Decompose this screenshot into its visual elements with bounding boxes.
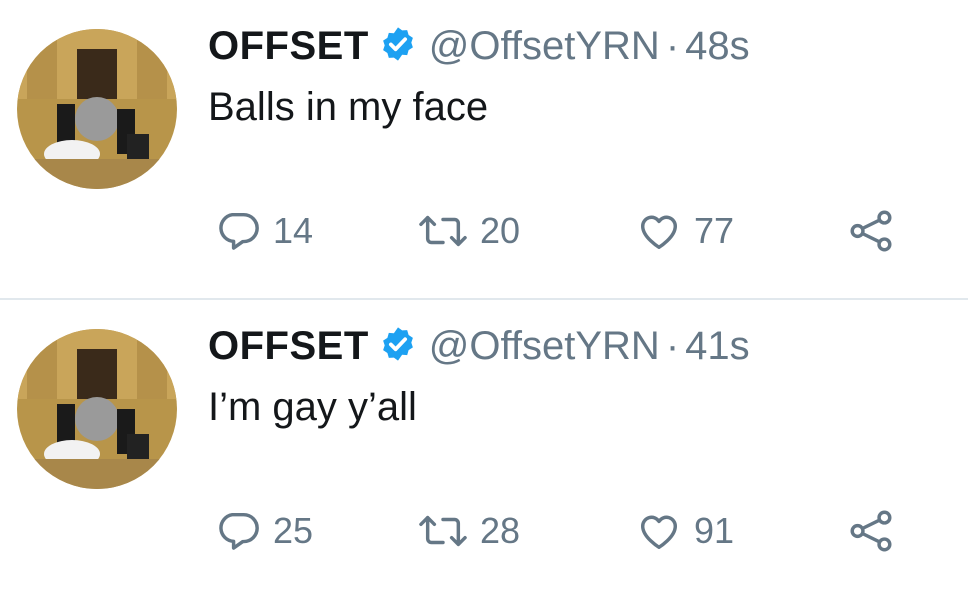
share-icon bbox=[848, 508, 894, 554]
reply-button[interactable]: 14 bbox=[215, 208, 313, 254]
display-name[interactable]: OFFSET bbox=[208, 24, 369, 69]
like-count: 91 bbox=[694, 510, 735, 551]
share-button[interactable] bbox=[848, 508, 894, 554]
tweet[interactable]: OFFSET @OffsetYRN · 41s I’m gay y’all 25… bbox=[0, 298, 968, 600]
user-handle[interactable]: @OffsetYRN bbox=[429, 24, 660, 69]
share-icon bbox=[848, 208, 894, 254]
retweet-button[interactable]: 20 bbox=[418, 208, 520, 254]
tweet-text: Balls in my face bbox=[208, 85, 489, 129]
like-button[interactable]: 91 bbox=[636, 508, 734, 554]
timestamp[interactable]: 48s bbox=[685, 24, 750, 69]
tweet-actions: 25 28 91 bbox=[0, 508, 968, 568]
display-name[interactable]: OFFSET bbox=[208, 324, 369, 369]
timestamp[interactable]: 41s bbox=[685, 324, 750, 369]
verified-badge-icon bbox=[369, 325, 429, 368]
verified-badge-icon bbox=[369, 25, 429, 68]
reply-count: 14 bbox=[273, 210, 314, 251]
like-button[interactable]: 77 bbox=[636, 208, 734, 254]
like-icon bbox=[636, 508, 682, 554]
tweet-text: I’m gay y’all bbox=[208, 385, 417, 429]
reply-icon bbox=[215, 208, 261, 254]
tweet-actions: 14 20 77 bbox=[0, 208, 968, 268]
retweet-count: 20 bbox=[480, 210, 521, 251]
like-count: 77 bbox=[694, 210, 735, 251]
reply-icon bbox=[215, 508, 261, 554]
retweet-count: 28 bbox=[480, 510, 521, 551]
like-icon bbox=[636, 208, 682, 254]
tweet[interactable]: OFFSET @OffsetYRN · 48s Balls in my face… bbox=[0, 0, 968, 300]
share-button[interactable] bbox=[848, 208, 894, 254]
retweet-button[interactable]: 28 bbox=[418, 508, 520, 554]
avatar[interactable] bbox=[17, 329, 177, 489]
separator-dot: · bbox=[665, 324, 680, 368]
avatar[interactable] bbox=[17, 29, 177, 189]
reply-count: 25 bbox=[273, 510, 314, 551]
separator-dot: · bbox=[665, 24, 680, 68]
retweet-icon bbox=[418, 508, 468, 554]
retweet-icon bbox=[418, 208, 468, 254]
user-handle[interactable]: @OffsetYRN bbox=[429, 324, 660, 369]
reply-button[interactable]: 25 bbox=[215, 508, 313, 554]
